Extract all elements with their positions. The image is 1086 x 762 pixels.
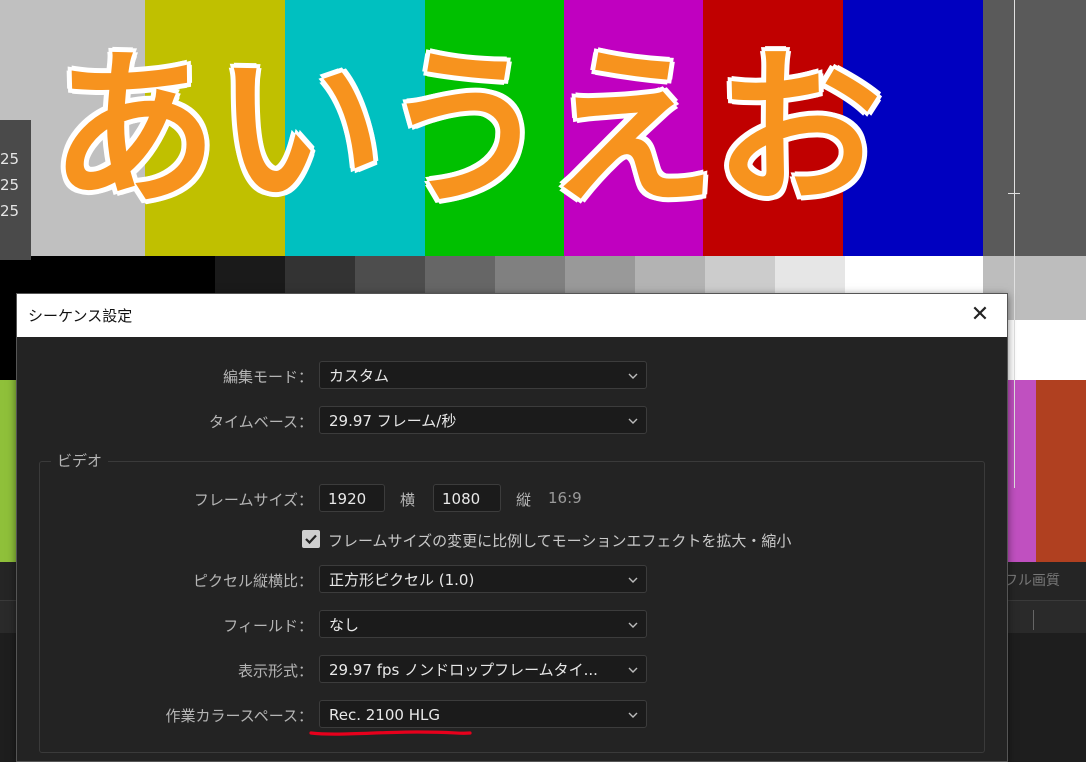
fields-value: なし	[329, 616, 360, 634]
frame-height-input[interactable]: 1080	[433, 484, 501, 512]
scale-checkbox[interactable]	[302, 530, 320, 548]
close-icon[interactable]: ✕	[967, 302, 993, 328]
frame-size-label: フレームサイズ：	[193, 491, 313, 509]
dialog-title: シーケンス設定	[28, 307, 133, 325]
fields-label: フィールド：	[223, 617, 313, 635]
display-format-label: 表示形式：	[237, 662, 313, 680]
ruler-panel: 25 25 25	[0, 120, 31, 260]
chevron-down-icon	[628, 712, 638, 718]
chevron-down-icon	[628, 373, 638, 379]
chevron-down-icon	[628, 577, 638, 583]
aspect-ratio-readout: 16:9	[548, 489, 582, 507]
pixel-aspect-label: ピクセル縦横比：	[192, 572, 313, 590]
scale-checkbox-label[interactable]: フレームサイズの変更に比例してモーションエフェクトを拡大・縮小	[328, 530, 791, 551]
working-color-space-label: 作業カラースペース：	[165, 707, 313, 725]
dialog-titlebar: シーケンス設定 ✕	[17, 294, 1007, 337]
timebase-value: 29.97 フレーム/秒	[329, 412, 457, 430]
safe-area-guide	[1014, 0, 1015, 488]
frame-width-unit: 横	[400, 491, 416, 509]
checkmark-icon	[305, 534, 317, 545]
pixel-aspect-select[interactable]: 正方形ピクセル (1.0)	[319, 565, 647, 593]
red-underline-annotation	[309, 730, 472, 736]
ruler-value: 25	[0, 176, 20, 194]
color-bar-outside	[983, 0, 1086, 256]
chevron-down-icon	[628, 622, 638, 628]
playback-quality-label[interactable]: フル画質	[1004, 570, 1060, 590]
guide-tick	[1008, 193, 1020, 194]
display-format-select[interactable]: 29.97 fps ノンドロップフレームタイ...	[319, 655, 647, 683]
frame-height-unit: 縦	[516, 491, 532, 509]
timebase-label: タイムベース：	[209, 413, 313, 431]
video-title-text: あいうえお	[50, 32, 882, 228]
frame-width-input[interactable]: 1920	[319, 484, 385, 512]
sequence-settings-dialog: シーケンス設定 ✕ 編集モード： カスタム タイムベース： 29.97 フレーム…	[16, 293, 1008, 762]
edit-mode-select[interactable]: カスタム	[319, 361, 647, 389]
display-format-value: 29.97 fps ノンドロップフレームタイ...	[329, 661, 598, 679]
timebase-select[interactable]: 29.97 フレーム/秒	[319, 406, 647, 434]
ruler-value: 25	[0, 202, 20, 220]
edit-mode-label: 編集モード：	[222, 368, 313, 386]
pixel-aspect-value: 正方形ピクセル (1.0)	[329, 571, 475, 589]
chevron-down-icon	[628, 667, 638, 673]
working-color-space-value: Rec. 2100 HLG	[329, 706, 440, 724]
fields-select[interactable]: なし	[319, 610, 647, 638]
edit-mode-value: カスタム	[329, 367, 390, 385]
video-section-title: ビデオ	[51, 450, 109, 471]
chevron-down-icon	[628, 418, 638, 424]
ruler-value: 25	[0, 150, 20, 168]
